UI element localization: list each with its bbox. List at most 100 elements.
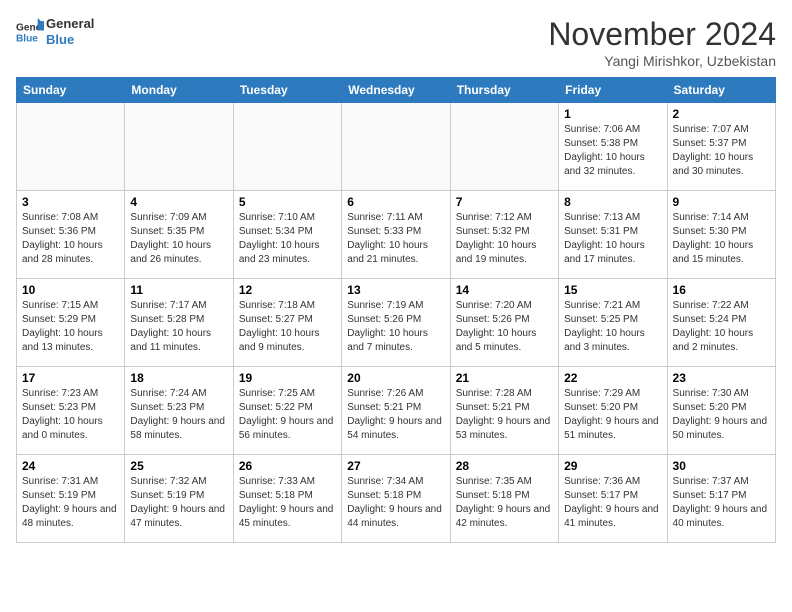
calendar-cell: 29 Sunrise: 7:36 AM Sunset: 5:17 PM Dayli…: [559, 455, 667, 543]
weekday-header: Sunday: [17, 78, 125, 103]
calendar-cell: 21 Sunrise: 7:28 AM Sunset: 5:21 PM Dayli…: [450, 367, 558, 455]
day-info: Sunrise: 7:36 AM Sunset: 5:17 PM Dayligh…: [564, 475, 661, 531]
calendar-cell: 8 Sunrise: 7:13 AM Sunset: 5:31 PM Daylig…: [559, 191, 667, 279]
day-info: Sunrise: 7:26 AM Sunset: 5:21 PM Dayligh…: [347, 387, 444, 443]
calendar-cell: 18 Sunrise: 7:24 AM Sunset: 5:23 PM Dayli…: [125, 367, 233, 455]
calendar-cell: [233, 103, 341, 191]
calendar-cell: 20 Sunrise: 7:26 AM Sunset: 5:21 PM Dayli…: [342, 367, 450, 455]
day-info: Sunrise: 7:23 AM Sunset: 5:23 PM Dayligh…: [22, 387, 119, 443]
calendar-cell: 24Sunrise: 7:31 AM Sunset: 5:19 PM Dayli…: [17, 455, 125, 543]
day-number: 4: [130, 195, 227, 209]
calendar-cell: 16 Sunrise: 7:22 AM Sunset: 5:24 PM Dayli…: [667, 279, 775, 367]
day-number: 21: [456, 371, 553, 385]
weekday-header: Monday: [125, 78, 233, 103]
day-number: 19: [239, 371, 336, 385]
day-number: 3: [22, 195, 119, 209]
calendar-cell: 11 Sunrise: 7:17 AM Sunset: 5:28 PM Dayli…: [125, 279, 233, 367]
title-block: November 2024 Yangi Mirishkor, Uzbekista…: [548, 16, 776, 69]
day-info: Sunrise: 7:34 AM Sunset: 5:18 PM Dayligh…: [347, 475, 444, 531]
calendar-cell: 17 Sunrise: 7:23 AM Sunset: 5:23 PM Dayli…: [17, 367, 125, 455]
day-info: Sunrise: 7:37 AM Sunset: 5:17 PM Dayligh…: [673, 475, 770, 531]
calendar-cell: 25Sunrise: 7:32 AM Sunset: 5:19 PM Dayli…: [125, 455, 233, 543]
weekday-header: Thursday: [450, 78, 558, 103]
day-number: 13: [347, 283, 444, 297]
calendar-cell: [450, 103, 558, 191]
day-number: 8: [564, 195, 661, 209]
logo-general: General: [46, 16, 106, 32]
location: Yangi Mirishkor, Uzbekistan: [548, 53, 776, 69]
weekday-header: Saturday: [667, 78, 775, 103]
calendar-cell: 7 Sunrise: 7:12 AM Sunset: 5:32 PM Daylig…: [450, 191, 558, 279]
day-info: Sunrise: 7:24 AM Sunset: 5:23 PM Dayligh…: [130, 387, 227, 443]
day-number: 28: [456, 459, 553, 473]
day-number: 11: [130, 283, 227, 297]
day-info: Sunrise: 7:18 AM Sunset: 5:27 PM Dayligh…: [239, 299, 336, 355]
day-info: Sunrise: 7:28 AM Sunset: 5:21 PM Dayligh…: [456, 387, 553, 443]
day-info: Sunrise: 7:11 AM Sunset: 5:33 PM Dayligh…: [347, 211, 444, 267]
calendar-cell: 19 Sunrise: 7:25 AM Sunset: 5:22 PM Dayli…: [233, 367, 341, 455]
day-number: 12: [239, 283, 336, 297]
calendar-week-row: 1 Sunrise: 7:06 AM Sunset: 5:38 PM Daylig…: [17, 103, 776, 191]
day-info: Sunrise: 7:25 AM Sunset: 5:22 PM Dayligh…: [239, 387, 336, 443]
day-number: 16: [673, 283, 770, 297]
day-info: Sunrise: 7:20 AM Sunset: 5:26 PM Dayligh…: [456, 299, 553, 355]
day-number: 6: [347, 195, 444, 209]
day-number: 10: [22, 283, 119, 297]
day-number: 25: [130, 459, 227, 473]
day-info: Sunrise: 7:13 AM Sunset: 5:31 PM Dayligh…: [564, 211, 661, 267]
day-info: Sunrise: 7:30 AM Sunset: 5:20 PM Dayligh…: [673, 387, 770, 443]
day-number: 17: [22, 371, 119, 385]
calendar-cell: 10 Sunrise: 7:15 AM Sunset: 5:29 PM Dayli…: [17, 279, 125, 367]
day-number: 15: [564, 283, 661, 297]
day-info: Sunrise: 7:14 AM Sunset: 5:30 PM Dayligh…: [673, 211, 770, 267]
day-info: Sunrise: 7:29 AM Sunset: 5:20 PM Dayligh…: [564, 387, 661, 443]
month-title: November 2024: [548, 16, 776, 53]
day-number: 7: [456, 195, 553, 209]
day-number: 5: [239, 195, 336, 209]
calendar-cell: 13 Sunrise: 7:19 AM Sunset: 5:26 PM Dayli…: [342, 279, 450, 367]
calendar-cell: 3 Sunrise: 7:08 AM Sunset: 5:36 PM Daylig…: [17, 191, 125, 279]
svg-text:Blue: Blue: [16, 33, 38, 44]
day-number: 1: [564, 107, 661, 121]
day-number: 24: [22, 459, 119, 473]
day-info: Sunrise: 7:10 AM Sunset: 5:34 PM Dayligh…: [239, 211, 336, 267]
day-info: Sunrise: 7:19 AM Sunset: 5:26 PM Dayligh…: [347, 299, 444, 355]
calendar-cell: 27 Sunrise: 7:34 AM Sunset: 5:18 PM Dayli…: [342, 455, 450, 543]
day-info: Sunrise: 7:08 AM Sunset: 5:36 PM Dayligh…: [22, 211, 119, 267]
day-number: 23: [673, 371, 770, 385]
logo-icon: General Blue: [16, 18, 44, 46]
calendar-cell: 26 Sunrise: 7:33 AM Sunset: 5:18 PM Dayli…: [233, 455, 341, 543]
calendar-cell: 6 Sunrise: 7:11 AM Sunset: 5:33 PM Daylig…: [342, 191, 450, 279]
calendar-cell: [342, 103, 450, 191]
day-number: 14: [456, 283, 553, 297]
calendar-week-row: 17 Sunrise: 7:23 AM Sunset: 5:23 PM Dayli…: [17, 367, 776, 455]
calendar-cell: 9Sunrise: 7:14 AM Sunset: 5:30 PM Daylig…: [667, 191, 775, 279]
calendar-cell: 5 Sunrise: 7:10 AM Sunset: 5:34 PM Daylig…: [233, 191, 341, 279]
day-number: 27: [347, 459, 444, 473]
day-number: 2: [673, 107, 770, 121]
day-info: Sunrise: 7:07 AM Sunset: 5:37 PM Dayligh…: [673, 123, 770, 179]
day-info: Sunrise: 7:12 AM Sunset: 5:32 PM Dayligh…: [456, 211, 553, 267]
day-info: Sunrise: 7:06 AM Sunset: 5:38 PM Dayligh…: [564, 123, 661, 179]
calendar-cell: 2 Sunrise: 7:07 AM Sunset: 5:37 PM Daylig…: [667, 103, 775, 191]
day-info: Sunrise: 7:33 AM Sunset: 5:18 PM Dayligh…: [239, 475, 336, 531]
day-info: Sunrise: 7:22 AM Sunset: 5:24 PM Dayligh…: [673, 299, 770, 355]
weekday-header: Wednesday: [342, 78, 450, 103]
calendar-cell: 23 Sunrise: 7:30 AM Sunset: 5:20 PM Dayli…: [667, 367, 775, 455]
logo: General Blue General Blue: [16, 16, 106, 47]
page-header: General Blue General Blue November 2024 …: [16, 16, 776, 69]
day-info: Sunrise: 7:17 AM Sunset: 5:28 PM Dayligh…: [130, 299, 227, 355]
weekday-header: Friday: [559, 78, 667, 103]
day-number: 18: [130, 371, 227, 385]
day-info: Sunrise: 7:21 AM Sunset: 5:25 PM Dayligh…: [564, 299, 661, 355]
day-number: 29: [564, 459, 661, 473]
day-info: Sunrise: 7:15 AM Sunset: 5:29 PM Dayligh…: [22, 299, 119, 355]
day-info: Sunrise: 7:09 AM Sunset: 5:35 PM Dayligh…: [130, 211, 227, 267]
weekday-header: Tuesday: [233, 78, 341, 103]
day-number: 26: [239, 459, 336, 473]
calendar-cell: 30Sunrise: 7:37 AM Sunset: 5:17 PM Dayli…: [667, 455, 775, 543]
calendar-week-row: 24Sunrise: 7:31 AM Sunset: 5:19 PM Dayli…: [17, 455, 776, 543]
day-number: 20: [347, 371, 444, 385]
day-info: Sunrise: 7:35 AM Sunset: 5:18 PM Dayligh…: [456, 475, 553, 531]
calendar-cell: 14 Sunrise: 7:20 AM Sunset: 5:26 PM Dayli…: [450, 279, 558, 367]
